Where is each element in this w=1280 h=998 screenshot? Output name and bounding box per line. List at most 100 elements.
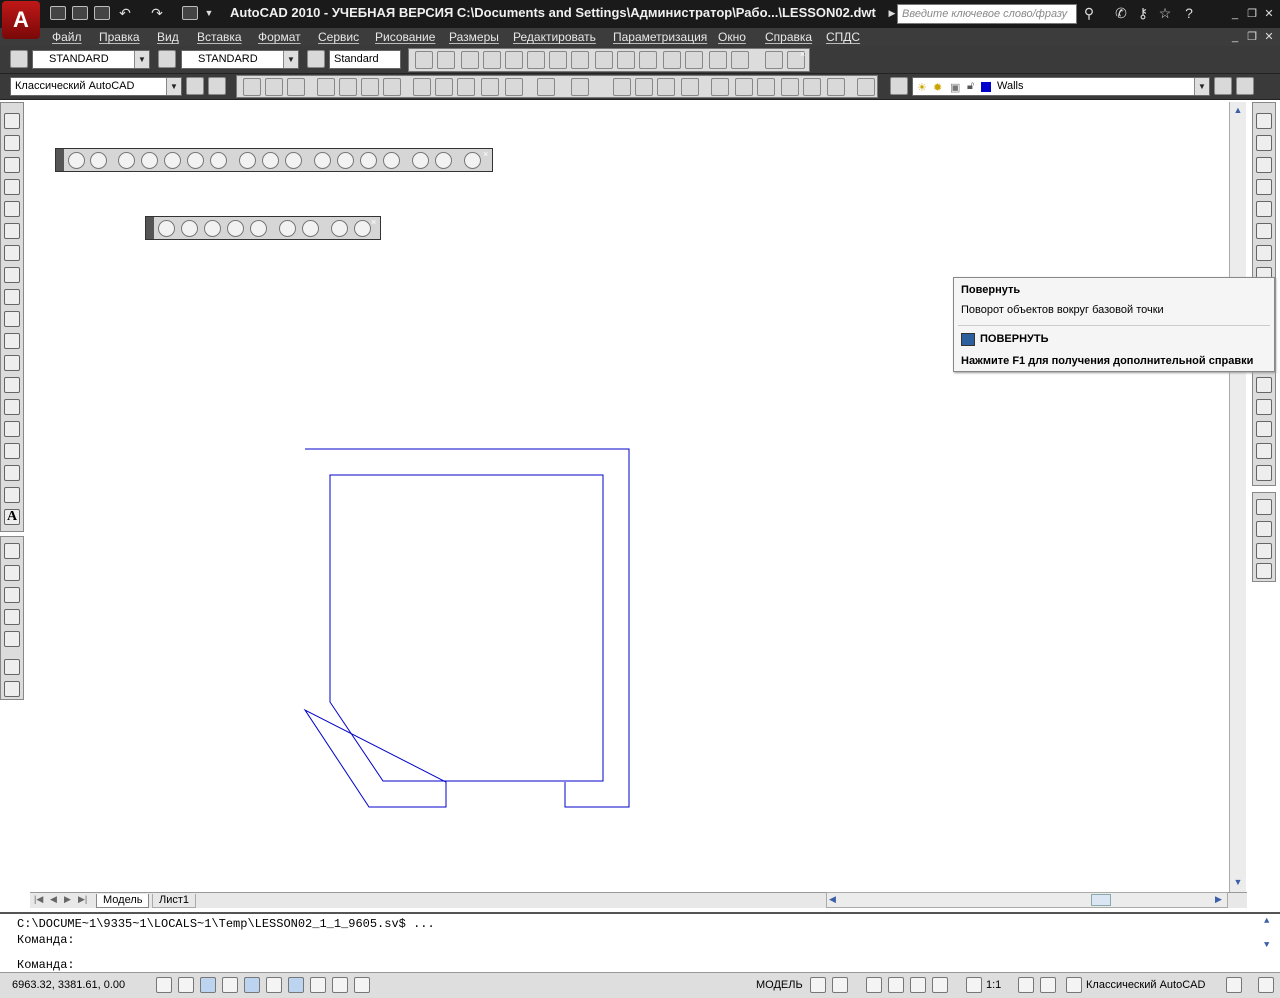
close-icon[interactable]: × [483, 150, 491, 159]
table-style-select[interactable]: Standard [329, 50, 401, 69]
polygon-icon[interactable] [4, 179, 20, 195]
offset-icon[interactable] [1256, 179, 1272, 195]
freeze-sun-icon[interactable]: ✹ [933, 81, 942, 94]
save-icon[interactable] [94, 6, 110, 20]
dim-style-select[interactable]: STANDARD ▼ [181, 50, 299, 69]
polar-tracking-icon[interactable] [222, 977, 238, 993]
center-mark-icon[interactable] [685, 51, 703, 69]
menu-file[interactable]: Файл [52, 30, 82, 44]
doc-minimize-icon[interactable]: _ [1228, 31, 1242, 43]
3d-object-snap-icon[interactable] [266, 977, 282, 993]
inspection-icon[interactable] [709, 51, 727, 69]
tab-model[interactable]: Модель [96, 894, 150, 908]
lightbulb-icon[interactable]: ☀ [917, 81, 927, 94]
open-icon[interactable] [72, 6, 88, 20]
last-tab-icon[interactable]: ▶| [78, 894, 87, 905]
send-under-icon[interactable] [1256, 563, 1272, 579]
help-icon[interactable] [857, 78, 875, 96]
first-tab-icon[interactable]: |◀ [34, 894, 43, 905]
open-icon[interactable] [265, 78, 283, 96]
close-icon[interactable]: ✕ [1262, 8, 1276, 20]
arc-icon[interactable] [4, 223, 20, 239]
doc-close-icon[interactable]: ✕ [1262, 31, 1276, 43]
snap-none-icon[interactable] [435, 152, 452, 169]
3d-dwf-icon[interactable] [383, 78, 401, 96]
zoom-scale-icon[interactable] [204, 220, 221, 237]
toolbar-grip[interactable] [146, 217, 154, 239]
zoom-previous-icon[interactable] [681, 78, 699, 96]
redo-icon[interactable]: ↷ [148, 4, 166, 22]
make-block-icon[interactable] [4, 377, 20, 393]
arc-length-icon[interactable] [461, 51, 479, 69]
ordinate-icon[interactable] [483, 51, 501, 69]
qnew-icon[interactable] [243, 78, 261, 96]
fillet-icon[interactable] [1256, 443, 1272, 459]
layer-select[interactable]: ☀ ✹ ▣ 🔓︎ Walls ▼ [912, 77, 1210, 96]
menu-modify[interactable]: Редактировать [513, 30, 596, 44]
workspace-settings-icon[interactable] [186, 77, 204, 95]
undo-icon[interactable]: ↶ [116, 4, 134, 22]
join-icon[interactable] [1256, 399, 1272, 415]
osnap-settings-magnet-icon[interactable] [464, 152, 481, 169]
snap-parallel-icon[interactable] [337, 152, 354, 169]
scroll-thumb[interactable] [1091, 894, 1111, 906]
copy-object-icon[interactable] [1256, 135, 1272, 151]
menu-dimension[interactable]: Размеры [449, 30, 499, 44]
command-prompt[interactable]: Команда: [17, 958, 75, 972]
showmotion-icon[interactable] [932, 977, 948, 993]
globe-off-icon[interactable] [4, 631, 20, 647]
quickcalc-icon[interactable] [827, 78, 845, 96]
snap-tangent-icon[interactable] [285, 152, 302, 169]
communication-center-icon[interactable]: ✆ [1112, 4, 1130, 22]
info-center-search-input[interactable]: Введите ключевое слово/фразу [897, 4, 1077, 24]
coordinate-readout[interactable]: 6963.32, 3381.61, 0.00 [12, 979, 125, 991]
line-icon[interactable] [4, 113, 20, 129]
zoom-out-icon[interactable] [302, 220, 319, 237]
menu-tools[interactable]: Сервис [318, 30, 359, 44]
menu-edit[interactable]: Правка [99, 30, 140, 44]
my-workspace-icon[interactable] [208, 77, 226, 95]
snap-midpoint-icon[interactable] [141, 152, 158, 169]
jogged-icon[interactable] [527, 51, 545, 69]
continue-icon[interactable] [639, 51, 657, 69]
zoom-extents-icon[interactable] [354, 220, 371, 237]
zoom-realtime-icon[interactable] [635, 78, 653, 96]
steering-wheel-icon[interactable] [910, 977, 926, 993]
workspace-switch[interactable]: Классический AutoCAD [1086, 979, 1205, 991]
table-icon[interactable] [4, 487, 20, 503]
scroll-left-icon[interactable]: ◀ [829, 894, 836, 905]
zoom-object-icon[interactable] [250, 220, 267, 237]
grid-display-icon[interactable] [178, 977, 194, 993]
baseline-icon[interactable] [617, 51, 635, 69]
undo-icon[interactable] [537, 78, 555, 96]
pan-icon[interactable] [866, 977, 882, 993]
publish-icon[interactable] [361, 78, 379, 96]
temp-track-icon[interactable] [68, 152, 85, 169]
snap-extension-icon[interactable] [210, 152, 227, 169]
diameter-icon[interactable] [549, 51, 567, 69]
drawing-canvas[interactable]: × × [30, 102, 1229, 892]
plot-preview-icon[interactable] [339, 78, 357, 96]
globe-add-icon[interactable] [4, 587, 20, 603]
gradient-icon[interactable] [4, 443, 20, 459]
bring-above-icon[interactable] [1256, 543, 1272, 559]
layer-properties-icon[interactable] [890, 77, 908, 95]
cut-icon[interactable] [413, 78, 431, 96]
new-icon[interactable] [50, 6, 66, 20]
tab-layout1[interactable]: Лист1 [152, 894, 197, 908]
workspace-select[interactable]: Классический AutoCAD ▼ [10, 77, 182, 96]
save-icon[interactable] [287, 78, 305, 96]
insert-block-icon[interactable] [4, 355, 20, 371]
annotation-scale-icon[interactable] [966, 977, 982, 993]
angular-icon[interactable] [571, 51, 589, 69]
chamfer-icon[interactable] [1256, 421, 1272, 437]
snap-endpoint-icon[interactable] [118, 152, 135, 169]
snap-center-icon[interactable] [239, 152, 256, 169]
zoom-all-icon[interactable] [331, 220, 348, 237]
region-icon[interactable] [4, 465, 20, 481]
snap-mode-icon[interactable] [156, 977, 172, 993]
properties-icon[interactable] [711, 78, 729, 96]
text-style-select[interactable]: STANDARD ▼ [32, 50, 150, 69]
gear-icon[interactable] [1066, 977, 1082, 993]
point-icon[interactable] [4, 399, 20, 415]
